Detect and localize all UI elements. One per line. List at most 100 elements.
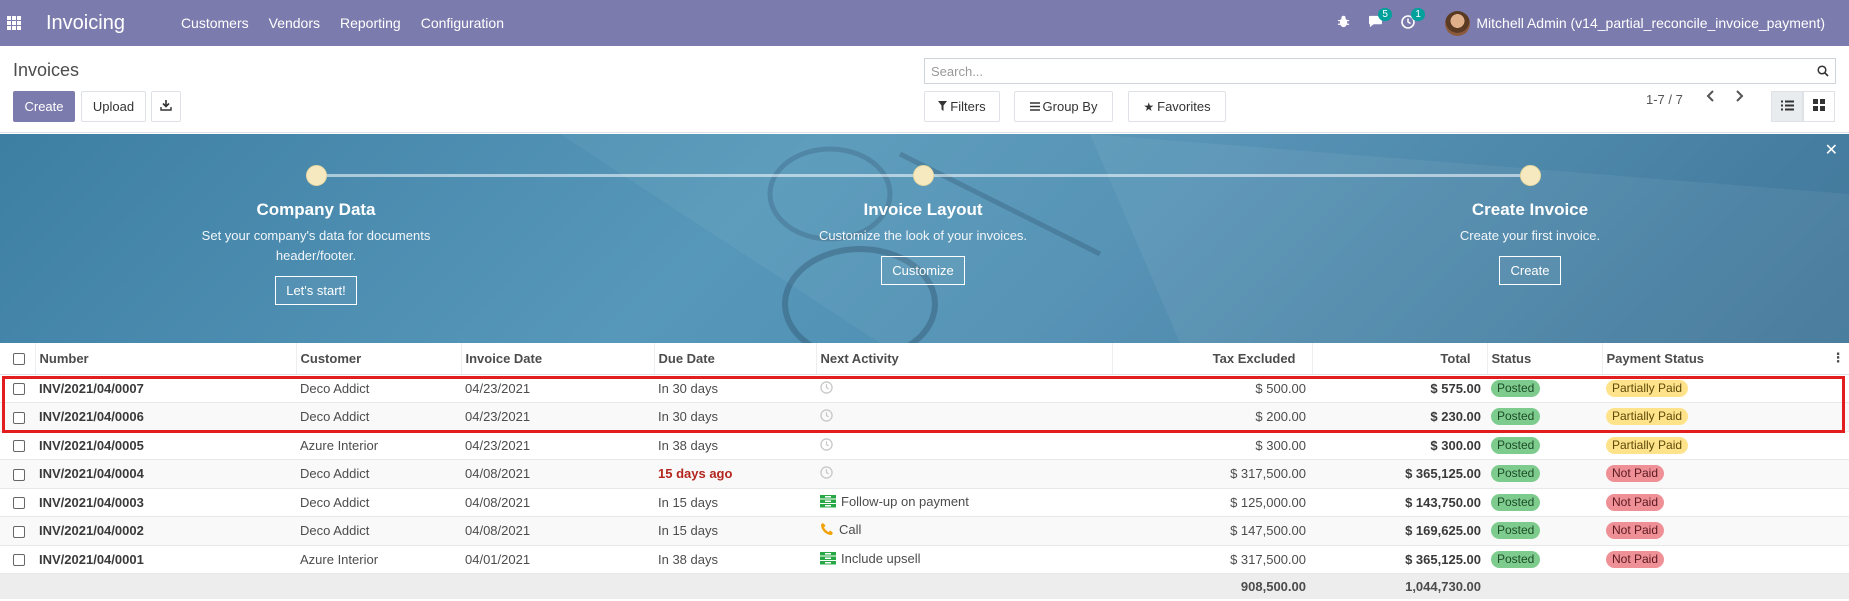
cell-next-activity[interactable] bbox=[816, 374, 1112, 403]
status-badge: Posted bbox=[1491, 379, 1541, 397]
table-row[interactable]: INV/2021/04/0002 Deco Addict 04/08/2021 … bbox=[0, 516, 1849, 546]
row-checkbox[interactable] bbox=[13, 554, 25, 567]
row-checkbox[interactable] bbox=[13, 383, 25, 396]
kanban-view-button[interactable] bbox=[1803, 91, 1835, 122]
customize-button[interactable]: Customize bbox=[881, 256, 965, 285]
user-menu[interactable]: Mitchell Admin (v14_partial_reconcile_in… bbox=[1476, 15, 1825, 31]
upload-button[interactable]: Upload bbox=[81, 91, 146, 122]
avatar[interactable] bbox=[1445, 10, 1471, 36]
row-checkbox[interactable] bbox=[13, 525, 25, 538]
status-badge: Posted bbox=[1491, 436, 1541, 454]
column-header-payment-status[interactable]: Payment Status ⋮ bbox=[1602, 343, 1849, 375]
groupby-button[interactable]: Group By bbox=[1014, 91, 1113, 122]
column-header-status[interactable]: Status bbox=[1487, 343, 1603, 375]
select-all-checkbox-cell[interactable] bbox=[0, 343, 36, 375]
row-checkbox[interactable] bbox=[13, 440, 25, 453]
row-checkbox-cell[interactable] bbox=[0, 459, 35, 489]
menu-item-configuration[interactable]: Configuration bbox=[421, 15, 504, 31]
cell-due-date: In 38 days bbox=[654, 431, 816, 460]
row-checkbox-cell[interactable] bbox=[0, 545, 35, 574]
row-checkbox[interactable] bbox=[13, 497, 25, 510]
step-dot-layout bbox=[913, 165, 934, 186]
column-header-due-date[interactable]: Due Date bbox=[654, 343, 817, 375]
phone-icon[interactable] bbox=[820, 522, 834, 539]
search-input[interactable] bbox=[925, 60, 1811, 82]
list-view-button[interactable] bbox=[1771, 91, 1803, 122]
bug-icon[interactable] bbox=[1337, 15, 1350, 31]
column-header-next-activity[interactable]: Next Activity bbox=[816, 343, 1113, 375]
clock-icon[interactable] bbox=[820, 466, 833, 482]
select-all-checkbox[interactable] bbox=[13, 353, 25, 366]
lets-start-button[interactable]: Let's start! bbox=[275, 276, 357, 305]
row-checkbox[interactable] bbox=[13, 468, 25, 481]
activity-label: Follow-up on payment bbox=[841, 493, 969, 509]
create-button[interactable]: Create bbox=[13, 91, 75, 122]
column-header-tax-excluded[interactable]: Tax Excluded bbox=[1112, 343, 1313, 375]
status-badge: Posted bbox=[1491, 408, 1541, 426]
activities-clock-icon[interactable]: 1 bbox=[1401, 7, 1425, 32]
cell-status: Posted bbox=[1487, 431, 1602, 460]
download-button[interactable] bbox=[151, 91, 181, 122]
row-checkbox[interactable] bbox=[13, 411, 25, 424]
cell-customer: Azure Interior bbox=[296, 545, 461, 574]
total-tax-excluded: 908,500.00 bbox=[1112, 573, 1312, 599]
menu-item-reporting[interactable]: Reporting bbox=[340, 15, 401, 31]
app-name[interactable]: Invoicing bbox=[46, 12, 125, 35]
row-checkbox-cell[interactable] bbox=[0, 374, 35, 403]
table-row[interactable]: INV/2021/04/0003 Deco Addict 04/08/2021 … bbox=[0, 488, 1849, 517]
cell-payment-status: Not Paid bbox=[1602, 459, 1849, 489]
cell-number: INV/2021/04/0004 bbox=[35, 459, 296, 489]
payment-status-badge: Partially Paid bbox=[1606, 408, 1689, 426]
table-row[interactable]: INV/2021/04/0004 Deco Addict 04/08/2021 … bbox=[0, 459, 1849, 489]
apps-menu-icon[interactable] bbox=[7, 16, 21, 30]
cell-tax-excluded: $ 317,500.00 bbox=[1112, 545, 1312, 574]
cell-tax-excluded: $ 200.00 bbox=[1112, 402, 1312, 432]
cell-next-activity[interactable]: Call bbox=[816, 516, 1112, 546]
cell-tax-excluded: $ 300.00 bbox=[1112, 431, 1312, 460]
cell-next-activity[interactable]: Include upsell bbox=[816, 545, 1112, 574]
messages-icon[interactable]: 5 bbox=[1368, 8, 1392, 31]
search-icon[interactable] bbox=[1811, 59, 1835, 83]
cell-due-date: In 38 days bbox=[654, 545, 816, 574]
cell-invoice-date: 04/08/2021 bbox=[461, 516, 654, 546]
row-checkbox-cell[interactable] bbox=[0, 402, 35, 432]
create-invoice-button[interactable]: Create bbox=[1499, 256, 1561, 285]
column-header-number[interactable]: Number bbox=[35, 343, 297, 375]
cell-next-activity[interactable]: Follow-up on payment bbox=[816, 488, 1112, 517]
download-icon bbox=[160, 99, 172, 114]
cell-next-activity[interactable] bbox=[816, 431, 1112, 460]
cell-due-date: In 15 days bbox=[654, 516, 816, 546]
cell-invoice-date: 04/23/2021 bbox=[461, 374, 654, 403]
close-icon[interactable]: ✕ bbox=[1825, 140, 1838, 160]
payment-status-badge: Not Paid bbox=[1606, 550, 1665, 568]
column-header-total[interactable]: Total bbox=[1312, 343, 1488, 375]
table-row[interactable]: INV/2021/04/0006 Deco Addict 04/23/2021 … bbox=[0, 402, 1849, 432]
clock-icon[interactable] bbox=[820, 437, 833, 454]
cell-payment-status: Partially Paid bbox=[1602, 431, 1849, 460]
row-checkbox-cell[interactable] bbox=[0, 516, 35, 546]
row-checkbox-cell[interactable] bbox=[0, 488, 35, 517]
table-row[interactable]: INV/2021/04/0001 Azure Interior 04/01/20… bbox=[0, 545, 1849, 574]
row-checkbox-cell[interactable] bbox=[0, 431, 35, 460]
invoice-list: Number Customer Invoice Date Due Date Ne… bbox=[0, 343, 1849, 599]
optional-columns-icon[interactable]: ⋮ bbox=[1832, 350, 1845, 366]
cell-status: Posted bbox=[1487, 545, 1602, 574]
column-header-customer[interactable]: Customer bbox=[296, 343, 462, 375]
pager-previous-icon[interactable] bbox=[1706, 89, 1716, 107]
clock-icon[interactable] bbox=[820, 380, 833, 397]
column-header-invoice-date[interactable]: Invoice Date bbox=[461, 343, 655, 375]
clock-icon[interactable] bbox=[820, 409, 833, 425]
cell-next-activity[interactable] bbox=[816, 402, 1112, 432]
pager-value[interactable]: 1-7 / 7 bbox=[1646, 92, 1683, 107]
money-icon[interactable] bbox=[820, 494, 836, 511]
table-row[interactable]: INV/2021/04/0007 Deco Addict 04/23/2021 … bbox=[0, 374, 1849, 403]
cell-next-activity[interactable] bbox=[816, 459, 1112, 489]
favorites-button[interactable]: ★ Favorites bbox=[1128, 91, 1226, 122]
menu-item-vendors[interactable]: Vendors bbox=[269, 15, 320, 31]
table-row[interactable]: INV/2021/04/0005 Azure Interior 04/23/20… bbox=[0, 431, 1849, 460]
money-icon[interactable] bbox=[820, 551, 836, 568]
menu-item-customers[interactable]: Customers bbox=[181, 15, 249, 31]
pager-next-icon[interactable] bbox=[1734, 89, 1744, 107]
step-description: Create your first invoice. bbox=[1459, 228, 1601, 243]
filters-button[interactable]: Filters bbox=[924, 91, 1000, 122]
